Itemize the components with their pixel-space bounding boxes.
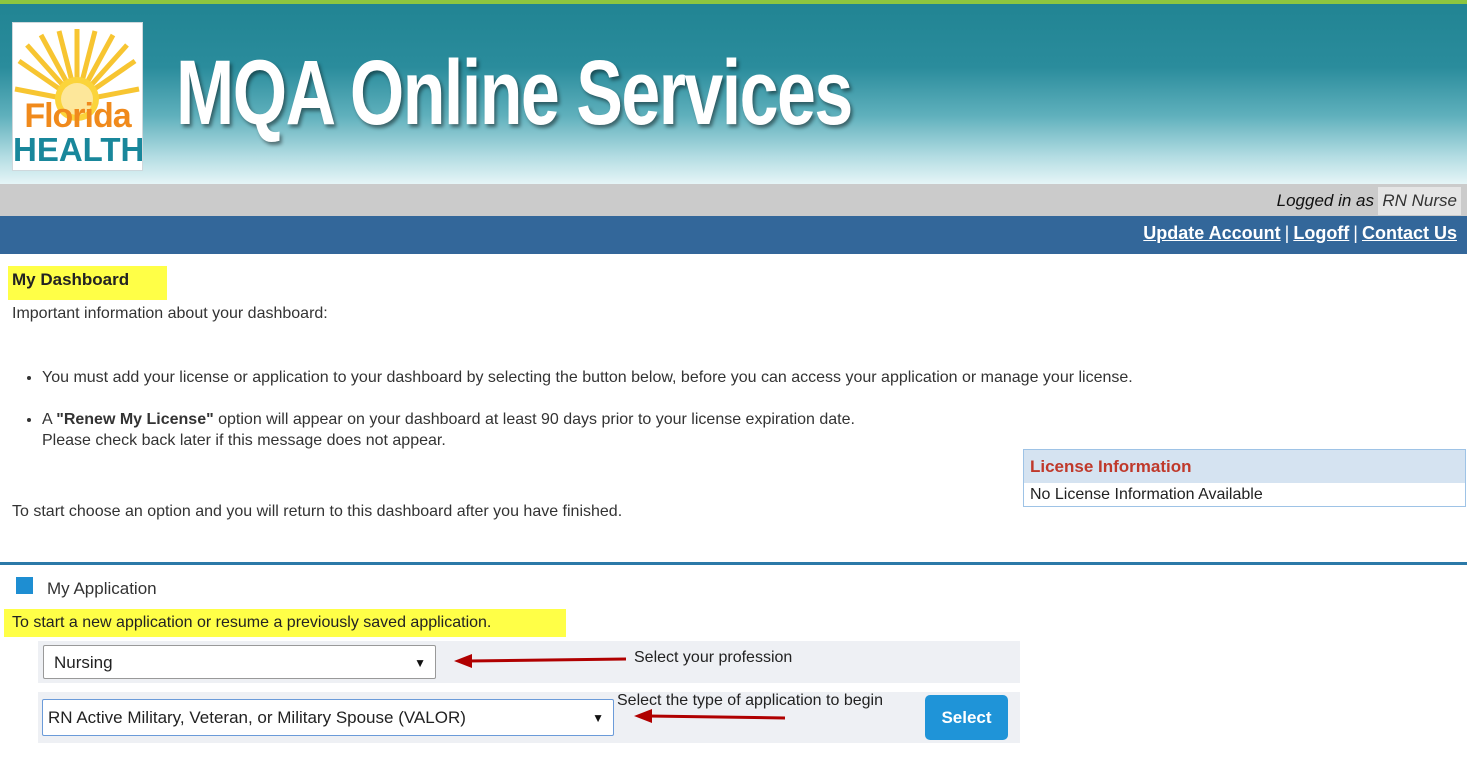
nav-links: Update Account | Logoff | Contact Us <box>1143 223 1457 244</box>
annotation-arrow-icon <box>454 654 627 668</box>
license-info-panel: License Information No License Informati… <box>1023 449 1466 507</box>
list-item: A "Renew My License" option will appear … <box>42 409 1202 451</box>
list-item: You must add your license or application… <box>42 367 1202 388</box>
update-account-link[interactable]: Update Account <box>1143 223 1280 243</box>
note-text-suffix: option will appear on your dashboard at … <box>213 411 855 428</box>
florida-health-logo[interactable]: Florida HEALTH <box>12 22 143 171</box>
page-title: My Dashboard <box>8 266 167 300</box>
top-nav: Update Account | Logoff | Contact Us <box>0 216 1467 254</box>
note-text-prefix: A <box>42 411 57 428</box>
logo-text-florida: Florida <box>24 97 131 135</box>
logged-in-label: Logged in as <box>1276 191 1374 210</box>
logoff-link[interactable]: Logoff <box>1293 223 1349 243</box>
start-instructions: To start choose an option and you will r… <box>12 503 623 520</box>
my-application-title: My Application <box>47 579 157 598</box>
application-type-selected-value: RN Active Military, Veteran, or Military… <box>48 708 466 727</box>
nav-separator: | <box>1284 223 1290 243</box>
profession-annotation: Select your profession <box>634 649 793 666</box>
select-button[interactable]: Select <box>925 695 1008 740</box>
profession-select[interactable]: Nursing ▼ <box>43 645 436 679</box>
logo-text-health: HEALTH <box>13 131 143 168</box>
chevron-down-icon: ▼ <box>592 711 604 725</box>
note-text: You must add your license or application… <box>42 369 1133 386</box>
license-info-title: License Information <box>1024 450 1465 483</box>
nav-separator: | <box>1353 223 1358 243</box>
section-divider <box>0 562 1467 565</box>
note-text-line2: Please check back later if this message … <box>42 432 446 449</box>
application-hint: To start a new application or resume a p… <box>4 609 566 637</box>
square-icon <box>16 577 33 594</box>
profession-selected-value: Nursing <box>54 653 113 672</box>
chevron-down-icon: ▼ <box>414 656 426 670</box>
header-banner: Florida HEALTH MQA Online Services <box>0 4 1467 184</box>
logged-in-user: RN Nurse <box>1378 187 1461 215</box>
application-type-select[interactable]: RN Active Military, Veteran, or Military… <box>42 699 614 736</box>
dashboard-info-text: Important information about your dashboa… <box>12 305 328 322</box>
note-text-bold: "Renew My License" <box>56 411 214 428</box>
site-title: MQA Online Services <box>176 42 853 144</box>
login-status-bar: Logged in as RN Nurse <box>0 184 1467 216</box>
application-type-annotation: Select the type of application to begin <box>617 692 883 709</box>
license-info-body: No License Information Available <box>1030 486 1263 503</box>
contact-us-link[interactable]: Contact Us <box>1362 223 1457 243</box>
